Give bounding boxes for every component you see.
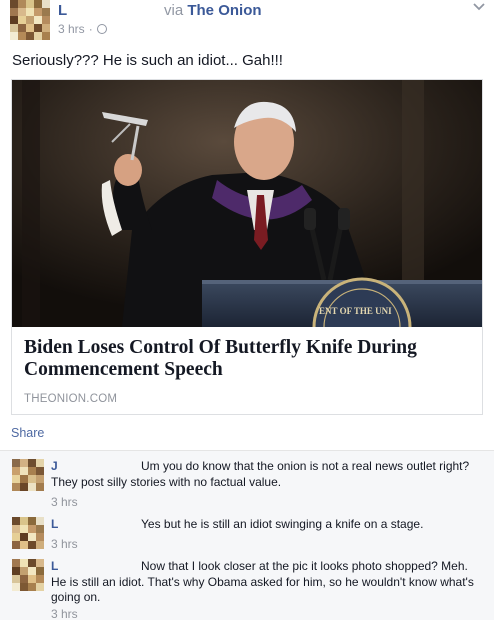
meta-separator: · <box>88 22 93 36</box>
comment: L Now that I look closer at the pic it l… <box>0 559 494 620</box>
comment: J Um you do know that the onion is not a… <box>0 459 494 511</box>
chevron-down-icon[interactable] <box>472 2 486 12</box>
via-label: via <box>164 2 184 19</box>
post-meta: 3 hrs · <box>58 22 107 36</box>
comment-text: Yes but he is still an idiot swinging a … <box>141 517 424 531</box>
via-source-link[interactable]: The Onion <box>187 2 261 19</box>
link-preview-image[interactable]: ENT OF THE UNI <box>12 80 482 327</box>
comment-timestamp[interactable]: 3 hrs <box>51 495 78 509</box>
comment-timestamp[interactable]: 3 hrs <box>51 537 78 551</box>
share-button[interactable]: Share <box>11 426 44 440</box>
comment-timestamp[interactable]: 3 hrs <box>51 607 78 620</box>
globe-icon[interactable] <box>96 24 107 34</box>
link-preview-card[interactable]: ENT OF THE UNI Biden Loses Control Of Bu… <box>11 79 483 415</box>
link-domain: THEONION.COM <box>24 393 118 405</box>
podium-seal-text: ENT OF THE UNI <box>319 306 392 316</box>
post-header: L via The Onion 3 hrs · <box>0 0 494 44</box>
avatar[interactable] <box>12 459 44 491</box>
link-title[interactable]: Biden Loses Control Of Butterfly Knife D… <box>24 337 464 381</box>
avatar[interactable] <box>12 517 44 549</box>
comment: L Yes but he is still an idiot swinging … <box>0 517 494 557</box>
comment-text: Now that I look closer at the pic it loo… <box>51 559 474 604</box>
post-text: Seriously??? He is such an idiot... Gah!… <box>12 52 283 69</box>
avatar[interactable] <box>10 0 50 40</box>
comment-text: Um you do know that the onion is not a r… <box>51 459 470 489</box>
avatar[interactable] <box>12 559 44 591</box>
post-timestamp[interactable]: 3 hrs <box>58 22 85 36</box>
via-attribution: via The Onion <box>164 2 262 19</box>
post-author-name[interactable]: L <box>58 2 67 19</box>
comments-section: J Um you do know that the onion is not a… <box>0 450 494 620</box>
